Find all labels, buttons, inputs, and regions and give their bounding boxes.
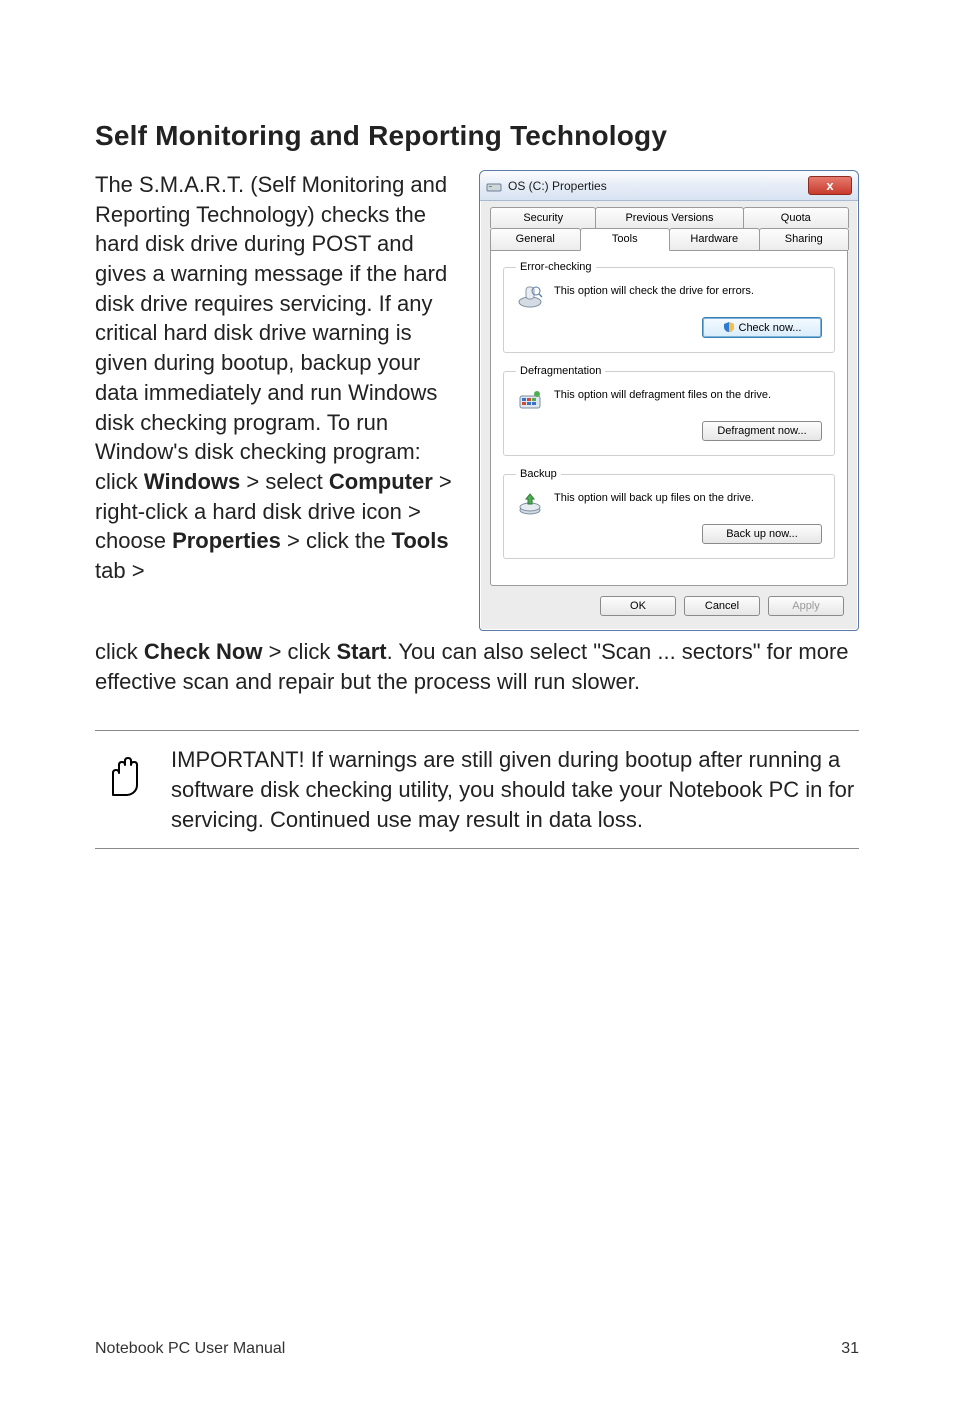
defragmentation-legend: Defragmentation <box>516 365 605 377</box>
error-checking-legend: Error-checking <box>516 261 596 273</box>
close-button[interactable]: x <box>808 176 852 195</box>
dialog-title: OS (C:) Properties <box>508 179 607 193</box>
ok-button[interactable]: OK <box>600 596 676 616</box>
properties-dialog: OS (C:) Properties x Security Previous V… <box>479 170 859 631</box>
intro-text-1: The S.M.A.R.T. (Self Monitoring and Repo… <box>95 172 447 494</box>
defragment-now-button[interactable]: Defragment now... <box>702 421 822 441</box>
check-now-label: Check now... <box>739 322 802 334</box>
after-text-1: click <box>95 639 144 664</box>
important-note: IMPORTANT! If warnings are still given d… <box>95 730 859 849</box>
defragmentation-group: Defragmentation This option will defragm… <box>503 365 835 456</box>
two-column-layout: The S.M.A.R.T. (Self Monitoring and Repo… <box>95 170 859 631</box>
apply-button[interactable]: Apply <box>768 596 844 616</box>
page-footer: Notebook PC User Manual 31 <box>95 1340 859 1358</box>
cancel-button[interactable]: Cancel <box>684 596 760 616</box>
dialog-button-row: OK Cancel Apply <box>480 596 858 630</box>
dialog-titlebar: OS (C:) Properties x <box>480 171 858 201</box>
important-note-text: IMPORTANT! If warnings are still given d… <box>171 745 859 834</box>
check-now-keyword: Check Now <box>144 639 263 664</box>
tab-row-front: General Tools Hardware Sharing <box>490 228 848 250</box>
error-check-desc: This option will check the drive for err… <box>554 283 822 297</box>
defragment-desc: This option will defragment files on the… <box>554 387 822 401</box>
properties-dialog-figure: OS (C:) Properties x Security Previous V… <box>479 170 859 631</box>
computer-keyword: Computer <box>329 469 433 494</box>
backup-desc: This option will back up files on the dr… <box>554 490 822 504</box>
backup-group: Backup This option will back up files on… <box>503 468 835 559</box>
after-text-2: > click <box>262 639 336 664</box>
tab-strip: Security Previous Versions Quota General… <box>480 201 858 250</box>
intro-sep-3: > click the <box>281 528 392 553</box>
start-keyword: Start <box>336 639 386 664</box>
footer-manual-title: Notebook PC User Manual <box>95 1340 285 1358</box>
intro-sep-4: tab > <box>95 558 145 583</box>
hand-icon <box>95 745 147 834</box>
check-now-button[interactable]: Check now... <box>702 317 822 338</box>
close-icon: x <box>826 179 833 192</box>
defragment-icon <box>516 387 544 413</box>
tab-security[interactable]: Security <box>490 207 596 228</box>
drive-icon <box>486 179 502 193</box>
tab-hardware[interactable]: Hardware <box>669 228 760 250</box>
tab-body-tools: Error-checking This option will check th… <box>490 250 848 586</box>
footer-page-number: 31 <box>841 1340 859 1358</box>
shield-icon <box>723 321 735 333</box>
intro-sep-1: > select <box>240 469 329 494</box>
tab-tools[interactable]: Tools <box>580 228 671 251</box>
error-checking-group: Error-checking This option will check th… <box>503 261 835 353</box>
tab-row-back: Security Previous Versions Quota <box>490 207 848 228</box>
windows-keyword: Windows <box>144 469 240 494</box>
properties-keyword: Properties <box>172 528 281 553</box>
tab-sharing[interactable]: Sharing <box>759 228 850 250</box>
section-heading: Self Monitoring and Reporting Technology <box>95 120 859 152</box>
error-check-icon <box>516 283 544 309</box>
backup-icon <box>516 490 544 516</box>
tab-general[interactable]: General <box>490 228 581 250</box>
tab-quota[interactable]: Quota <box>743 207 849 228</box>
backup-now-button[interactable]: Back up now... <box>702 524 822 544</box>
tools-keyword: Tools <box>392 528 449 553</box>
intro-paragraph: The S.M.A.R.T. (Self Monitoring and Repo… <box>95 170 461 631</box>
tab-previous-versions[interactable]: Previous Versions <box>595 207 743 228</box>
continuation-paragraph: click Check Now > click Start. You can a… <box>95 637 859 696</box>
backup-legend: Backup <box>516 468 561 480</box>
document-page: Self Monitoring and Reporting Technology… <box>0 0 954 1418</box>
